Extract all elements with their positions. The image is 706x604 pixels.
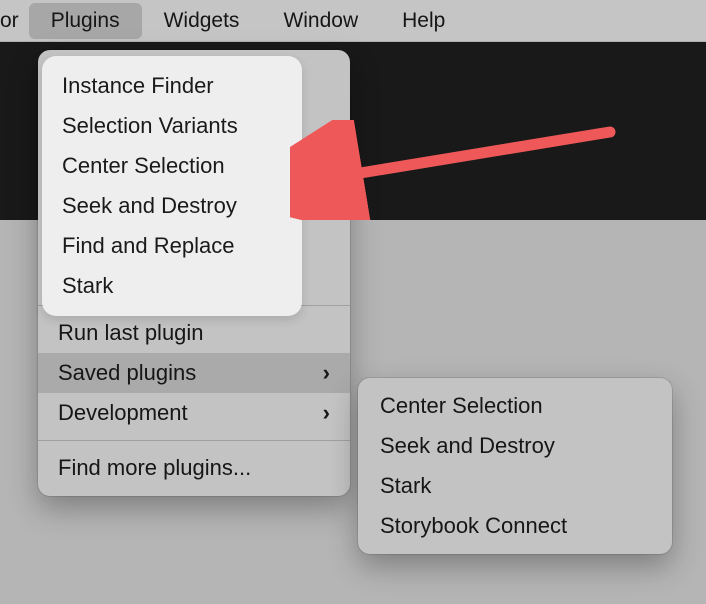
submenu-item[interactable]: Center Selection — [358, 386, 672, 426]
submenu-item[interactable]: Stark — [358, 466, 672, 506]
development-label: Development — [58, 400, 188, 426]
recent-plugin-item[interactable]: Seek and Destroy — [42, 186, 302, 226]
saved-plugins-submenu: Center Selection Seek and Destroy Stark … — [358, 378, 672, 554]
development[interactable]: Development › — [38, 393, 350, 433]
menubar-item-widgets[interactable]: Widgets — [142, 3, 262, 39]
chevron-right-icon: › — [323, 360, 330, 386]
recent-plugin-item[interactable]: Find and Replace — [42, 226, 302, 266]
menubar-item-window[interactable]: Window — [261, 3, 380, 39]
chevron-right-icon: › — [323, 400, 330, 426]
saved-plugins-label: Saved plugins — [58, 360, 196, 386]
recent-plugin-item[interactable]: Instance Finder — [42, 66, 302, 106]
submenu-item[interactable]: Storybook Connect — [358, 506, 672, 546]
run-last-plugin[interactable]: Run last plugin — [38, 313, 350, 353]
menubar-item-cut[interactable]: or — [0, 3, 29, 39]
menubar-item-help[interactable]: Help — [380, 3, 467, 39]
recent-plugin-item[interactable]: Selection Variants — [42, 106, 302, 146]
menubar-item-plugins[interactable]: Plugins — [29, 3, 142, 39]
find-more-plugins[interactable]: Find more plugins... — [38, 448, 350, 488]
recent-plugins-highlight: Instance Finder Selection Variants Cente… — [42, 56, 302, 316]
recent-plugin-item[interactable]: Stark — [42, 266, 302, 306]
saved-plugins[interactable]: Saved plugins › — [38, 353, 350, 393]
menubar: or Plugins Widgets Window Help — [0, 0, 706, 42]
submenu-item[interactable]: Seek and Destroy — [358, 426, 672, 466]
menu-separator — [38, 440, 350, 441]
recent-plugin-item[interactable]: Center Selection — [42, 146, 302, 186]
